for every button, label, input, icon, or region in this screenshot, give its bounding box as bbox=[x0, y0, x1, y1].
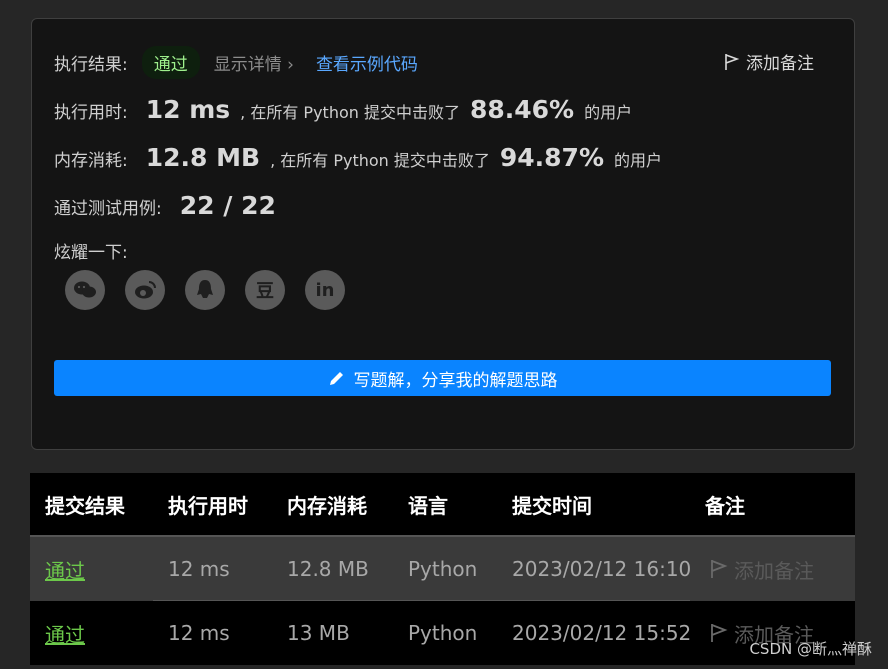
col-header-status: 提交结果 bbox=[45, 493, 125, 518]
runtime-value: 12 ms bbox=[145, 95, 231, 124]
wechat-icon[interactable] bbox=[65, 270, 105, 310]
tests-row: 通过测试用例: 22 / 22 bbox=[54, 191, 286, 220]
share-row-label: 炫耀一下: bbox=[54, 238, 128, 263]
row-runtime: 12 ms bbox=[168, 557, 230, 581]
memory-label: 内存消耗: bbox=[54, 151, 128, 171]
add-note-button[interactable]: 添加备注 bbox=[724, 49, 814, 74]
weibo-icon[interactable] bbox=[125, 270, 165, 310]
flag-icon bbox=[725, 53, 740, 70]
submissions-table: 提交结果 执行用时 内存消耗 语言 提交时间 备注 通过 12 ms 12.8 … bbox=[30, 473, 855, 665]
row-time: 2023/02/12 16:10 bbox=[512, 557, 692, 581]
view-example-code-link[interactable]: 查看示例代码 bbox=[316, 50, 418, 75]
memory-value: 12.8 MB bbox=[145, 143, 261, 172]
row-time: 2023/02/12 15:52 bbox=[512, 621, 692, 645]
row-memory: 12.8 MB bbox=[287, 557, 369, 581]
flag-icon bbox=[711, 560, 728, 578]
douban-icon[interactable]: 豆 bbox=[245, 270, 285, 310]
row-language: Python bbox=[408, 557, 478, 581]
result-label: 执行结果: bbox=[54, 55, 128, 75]
watermark: CSDN @断灬禅酥 bbox=[749, 640, 872, 658]
row-note-label: 添加备注 bbox=[734, 558, 814, 583]
qq-icon[interactable] bbox=[185, 270, 225, 310]
memory-suffix: 的用户 bbox=[614, 151, 663, 170]
tests-label: 通过测试用例: bbox=[54, 199, 162, 219]
row-runtime: 12 ms bbox=[168, 621, 230, 645]
share-label: 炫耀一下: bbox=[54, 243, 128, 263]
runtime-label: 执行用时: bbox=[54, 103, 128, 123]
table-row[interactable]: 通过 12 ms 12.8 MB Python 2023/02/12 16:10… bbox=[30, 537, 855, 601]
row-memory: 13 MB bbox=[287, 621, 350, 645]
col-header-runtime: 执行用时 bbox=[168, 493, 248, 518]
tests-value: 22 / 22 bbox=[179, 191, 276, 220]
status-badge: 通过 bbox=[141, 46, 200, 79]
runtime-row: 执行用时: 12 ms , 在所有 Python 提交中击败了 88.46% 的… bbox=[54, 95, 632, 124]
runtime-suffix: 的用户 bbox=[584, 103, 633, 122]
row-status-link[interactable]: 通过 bbox=[45, 619, 85, 648]
write-solution-label: 写题解，分享我的解题思路 bbox=[353, 370, 558, 391]
table-header: 提交结果 执行用时 内存消耗 语言 提交时间 备注 bbox=[30, 473, 855, 537]
col-header-memory: 内存消耗 bbox=[287, 493, 367, 518]
share-icons: 豆 in bbox=[65, 270, 345, 310]
result-panel: 执行结果: 通过 显示详情 › 查看示例代码 添加备注 执行用时: 12 ms … bbox=[31, 18, 855, 450]
row-status-link[interactable]: 通过 bbox=[45, 555, 85, 584]
runtime-prefix: , 在所有 Python 提交中击败了 bbox=[240, 103, 460, 122]
row-language: Python bbox=[408, 621, 478, 645]
add-note-label: 添加备注 bbox=[746, 54, 814, 74]
write-solution-button[interactable]: 写题解，分享我的解题思路 bbox=[54, 360, 831, 396]
memory-percent: 94.87% bbox=[499, 143, 605, 172]
result-row: 执行结果: 通过 显示详情 › 查看示例代码 bbox=[54, 46, 418, 79]
linkedin-icon[interactable]: in bbox=[305, 270, 345, 310]
runtime-percent: 88.46% bbox=[469, 95, 575, 124]
row-add-note-button[interactable]: 添加备注 bbox=[710, 555, 814, 584]
col-header-language: 语言 bbox=[408, 493, 448, 518]
pencil-icon bbox=[329, 372, 343, 385]
table-row[interactable]: 通过 12 ms 13 MB Python 2023/02/12 15:52 添… bbox=[30, 601, 855, 665]
col-header-note: 备注 bbox=[705, 493, 745, 518]
col-header-time: 提交时间 bbox=[512, 493, 592, 518]
memory-row: 内存消耗: 12.8 MB , 在所有 Python 提交中击败了 94.87%… bbox=[54, 143, 662, 172]
show-details-link[interactable]: 显示详情 › bbox=[214, 50, 294, 75]
flag-icon bbox=[711, 624, 728, 642]
memory-prefix: , 在所有 Python 提交中击败了 bbox=[270, 151, 490, 170]
